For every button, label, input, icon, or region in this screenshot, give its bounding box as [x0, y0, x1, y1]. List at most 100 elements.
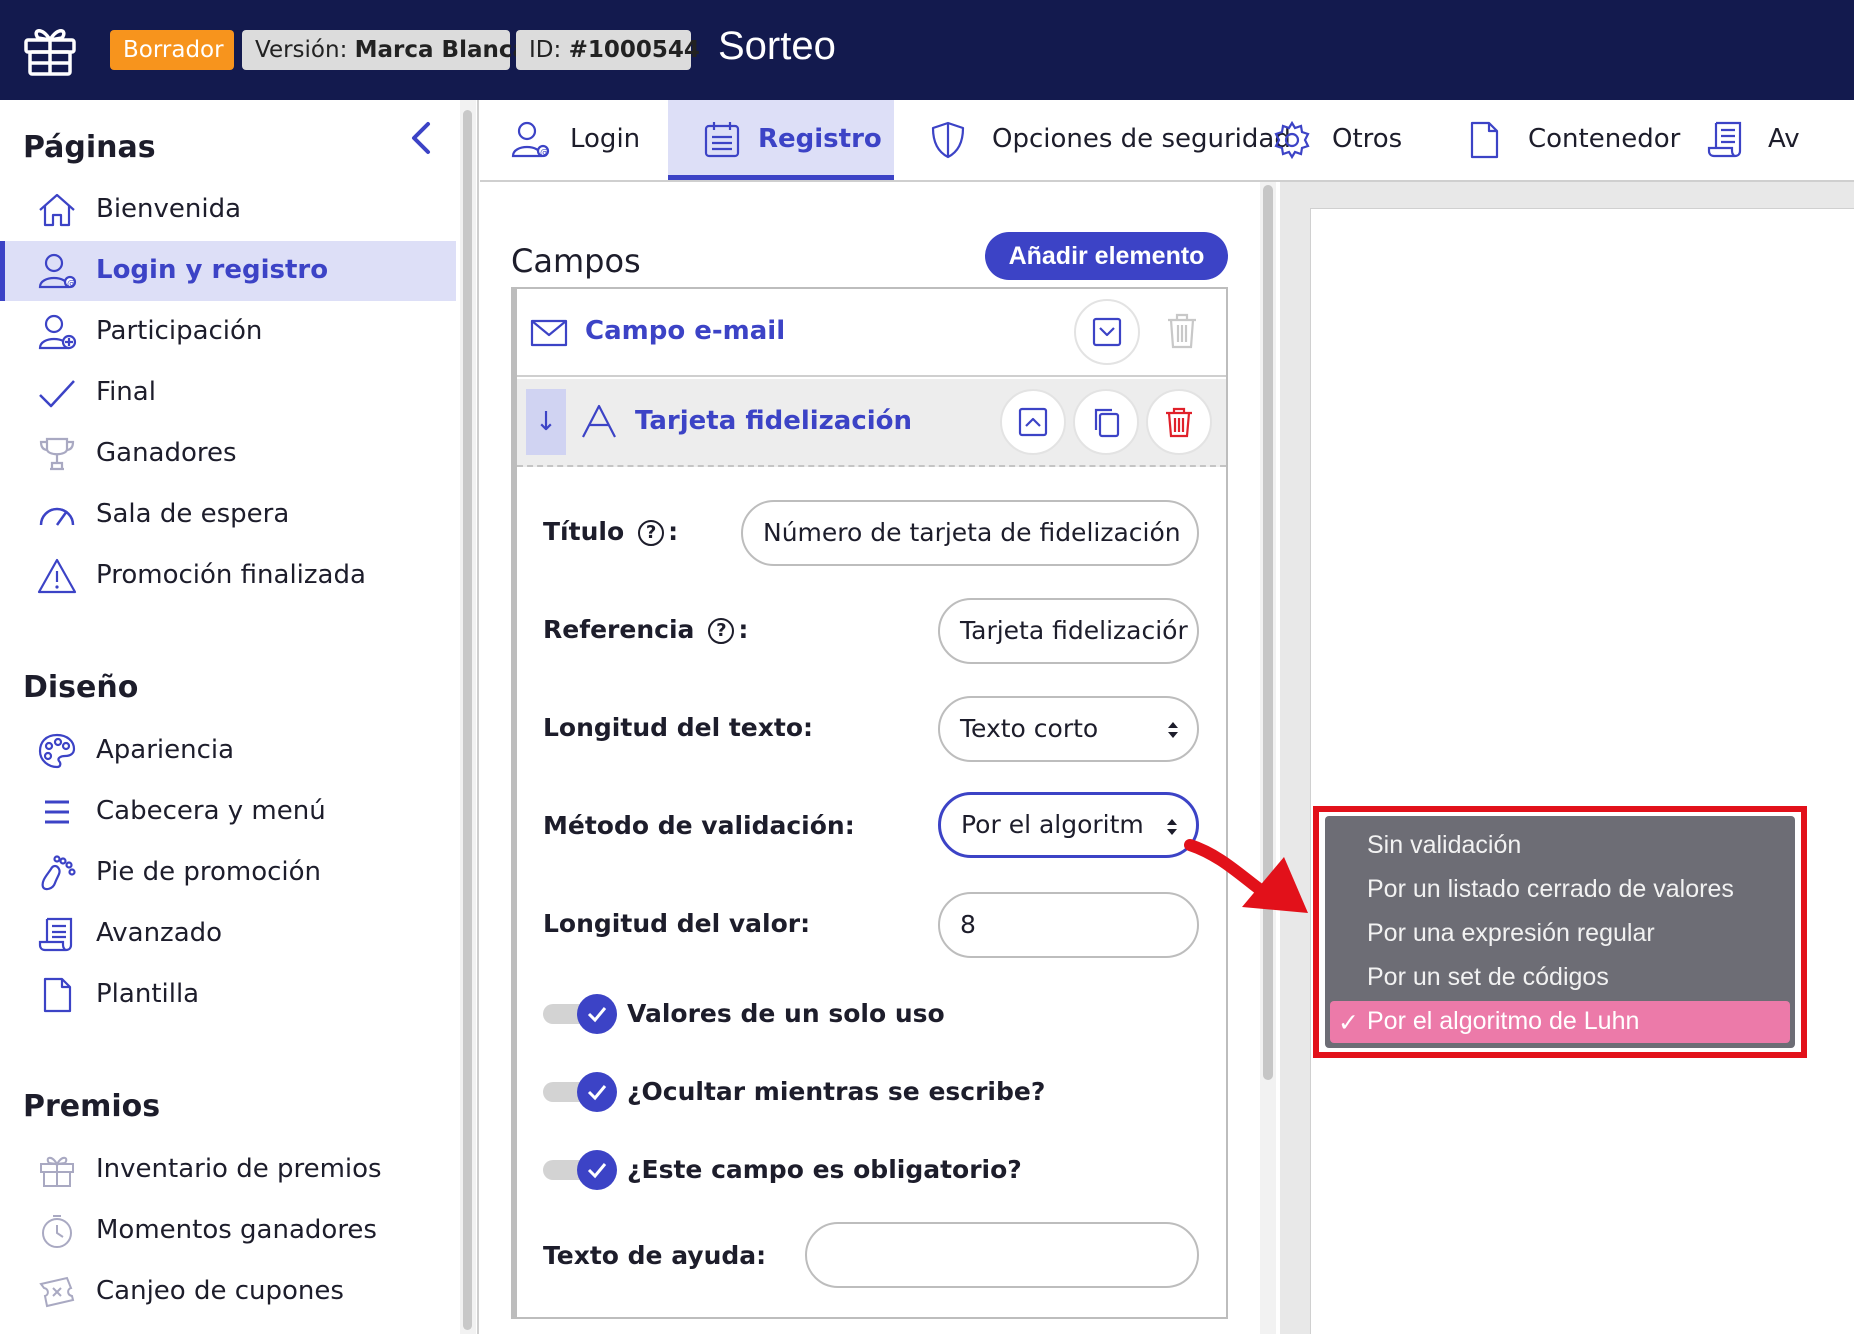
hide-typing-label: ¿Ocultar mientras se escribe? [627, 1077, 1046, 1106]
sidebar-item-final[interactable]: Final [0, 363, 456, 423]
tab-registro[interactable]: Registro [668, 100, 894, 180]
help-text-input[interactable] [805, 1222, 1199, 1288]
reference-input[interactable]: Tarjeta fidelizaciór [938, 598, 1199, 664]
tab-opciones-seguridad[interactable]: Opciones de seguridad [894, 100, 1291, 180]
tab-avanzado[interactable]: Av [1670, 100, 1854, 180]
check-icon: ✓ [1338, 1008, 1359, 1037]
warning-icon [37, 558, 77, 594]
editor-scroll-thumb[interactable] [1263, 185, 1273, 1080]
app-title: Sorteo [718, 24, 836, 68]
chevron-up-box-icon [1018, 407, 1048, 437]
text-length-select[interactable]: Texto corto [938, 696, 1199, 762]
draft-badge: Borrador [110, 30, 234, 70]
help-icon[interactable]: ? [638, 520, 665, 546]
tab-label: Otros [1332, 124, 1403, 154]
copy-icon [1094, 408, 1120, 438]
clock-icon [42, 1215, 72, 1248]
menu-icon [45, 800, 69, 824]
gift-icon [40, 1156, 74, 1187]
sidebar-item-login-registro[interactable]: @ Login y registro [0, 241, 456, 301]
sidebar-item-label: Avanzado [96, 918, 223, 948]
dropdown-option[interactable]: Por un listado cerrado de valores [1367, 875, 1734, 904]
text-length-value: Texto corto [960, 714, 1099, 743]
sidebar-item-cabecera-menu[interactable]: Cabecera y menú [0, 782, 456, 842]
tab-label: Registro [758, 124, 882, 154]
version-badge: Versión: Marca Blanca [242, 30, 528, 70]
required-label: ¿Este campo es obligatorio? [627, 1155, 1022, 1184]
field-row-tarjeta[interactable]: ↓ Tarjeta fidelización [517, 379, 1226, 467]
title-input[interactable]: Número de tarjeta de fidelización [741, 500, 1199, 566]
check-icon [587, 1163, 607, 1179]
checkmark-icon [39, 380, 75, 408]
dropdown-option[interactable]: Por una expresión regular [1367, 919, 1655, 948]
sidebar-item-promocion-finalizada[interactable]: Promoción finalizada [0, 546, 456, 606]
fields-title: Campos [511, 242, 641, 280]
select-arrows-icon [1168, 722, 1178, 738]
coupon-icon [39, 1276, 75, 1308]
hide-typing-toggle[interactable] [543, 1071, 617, 1112]
sidebar-item-label: Participación [96, 316, 263, 346]
sidebar-item-sala-espera[interactable]: Sala de espera [0, 485, 456, 545]
delete-button[interactable] [1146, 389, 1212, 455]
preview-page [1310, 208, 1854, 1334]
sidebar-scroll-thumb[interactable] [463, 110, 472, 1330]
trash-icon[interactable] [1162, 311, 1202, 351]
select-arrows-icon [1167, 819, 1177, 835]
sidebar-item-plantilla[interactable]: Plantilla [0, 965, 456, 1025]
text-length-label: Longitud del texto: [543, 713, 813, 742]
tab-login[interactable]: @ Login [480, 100, 668, 180]
tab-label: Av [1768, 124, 1800, 154]
chevron-down-box-icon [1092, 317, 1122, 347]
single-use-toggle[interactable] [543, 993, 617, 1034]
sidebar-item-ganadores[interactable]: Ganadores [0, 424, 456, 484]
trophy-icon [39, 437, 75, 471]
sidebar-item-bienvenida[interactable]: Bienvenida [0, 180, 456, 240]
sidebar-item-label: Bienvenida [96, 194, 242, 224]
required-toggle[interactable] [543, 1149, 617, 1190]
value-length-label: Longitud del valor: [543, 909, 811, 938]
value-length-input[interactable]: 8 [938, 892, 1199, 958]
help-text-label: Texto de ayuda: [543, 1241, 767, 1270]
validation-method-select[interactable]: Por el algoritm [938, 792, 1199, 858]
id-badge: ID: #1000544 [516, 30, 700, 70]
gift-icon[interactable] [20, 18, 80, 78]
file-icon [43, 977, 72, 1013]
sidebar-item-canjeo-cupones[interactable]: Canjeo de cupones [0, 1262, 456, 1322]
sidebar-item-label: Plantilla [96, 979, 200, 1009]
sidebar-divider [477, 100, 479, 1334]
field-row-email[interactable]: Campo e-mail [517, 289, 1226, 377]
tab-otros[interactable]: Otros [1234, 100, 1424, 180]
help-icon[interactable]: ? [708, 618, 735, 644]
id-value: #1000544 [568, 37, 700, 63]
collapse-button[interactable] [1000, 389, 1066, 455]
tab-contenedor[interactable]: Contenedor [1424, 100, 1680, 180]
dropdown-option[interactable]: Por un set de códigos [1367, 963, 1609, 992]
sidebar-item-pie-promocion[interactable]: Pie de promoción [0, 843, 456, 903]
sidebar-item-participacion[interactable]: Participación [0, 302, 456, 362]
sidebar-item-avanzado[interactable]: Avanzado [0, 904, 456, 964]
sidebar-item-label: Pie de promoción [96, 857, 322, 887]
chevron-left-icon[interactable] [402, 118, 442, 158]
dropdown-option-selected[interactable]: Por el algoritmo de Luhn [1367, 1007, 1639, 1036]
svg-text:@: @ [67, 279, 76, 289]
drag-handle[interactable]: ↓ [526, 389, 566, 455]
sidebar-item-apariencia[interactable]: Apariencia [0, 721, 456, 781]
footprint-icon [41, 855, 76, 891]
sidebar-item-momentos-ganadores[interactable]: Momentos ganadores [0, 1201, 456, 1261]
duplicate-button[interactable] [1073, 389, 1139, 455]
arrow-annotation-icon [1184, 839, 1308, 913]
check-icon [587, 1085, 607, 1101]
user-plus-icon [38, 314, 77, 350]
trash-icon [1166, 407, 1192, 438]
text-icon [582, 404, 616, 438]
sidebar-item-inventario-premios[interactable]: Inventario de premios [0, 1140, 456, 1200]
add-element-button[interactable]: Añadir elemento [985, 232, 1228, 280]
expand-button[interactable] [1074, 299, 1140, 365]
dropdown-option[interactable]: Sin validación [1367, 831, 1521, 860]
check-icon [587, 1007, 607, 1023]
sidebar-item-label: Canjeo de cupones [96, 1276, 344, 1306]
mail-icon [530, 319, 568, 347]
tab-label: Login [570, 124, 641, 154]
section-design-heading: Diseño [23, 670, 139, 705]
top-bar: Borrador Versión: Marca Blanca ID: #1000… [0, 0, 1854, 100]
